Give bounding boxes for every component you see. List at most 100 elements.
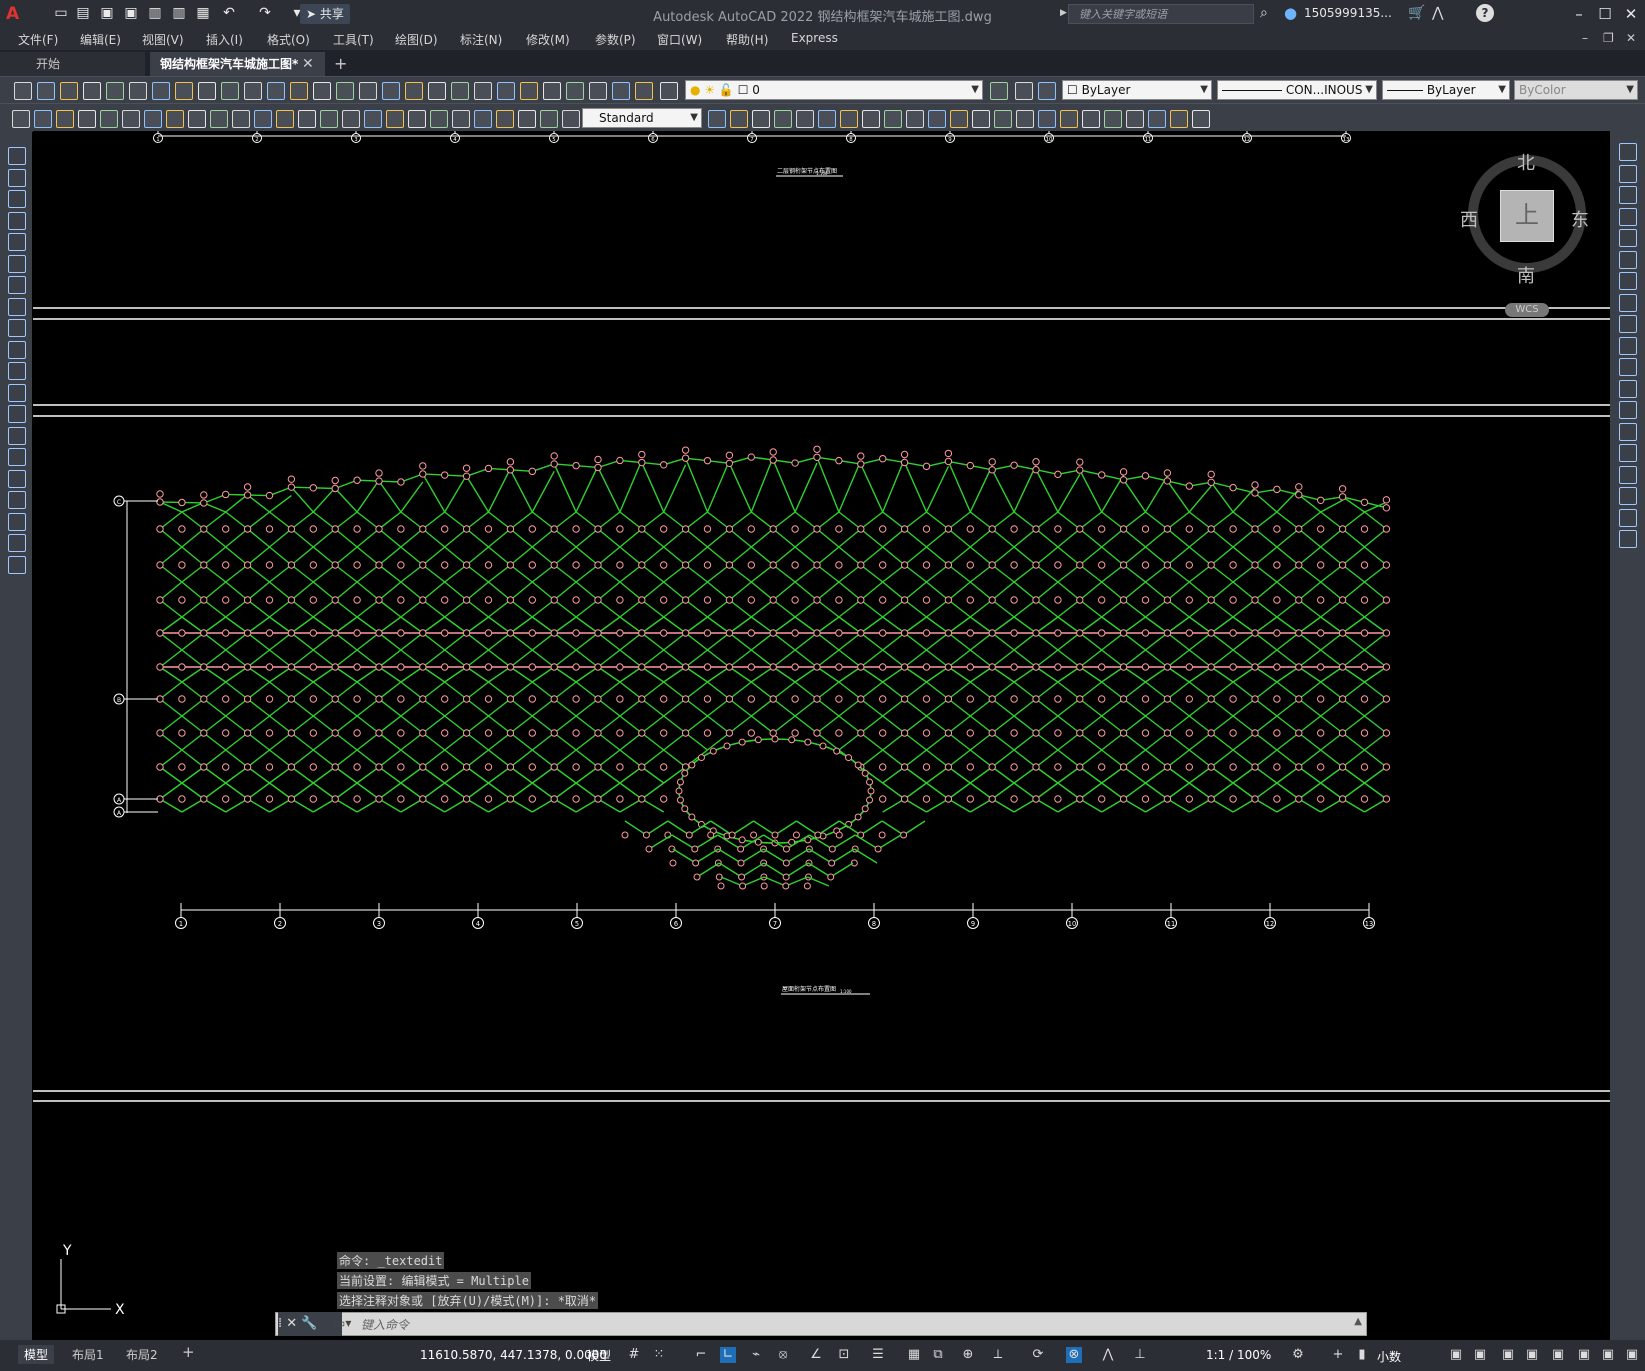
modify-tool-icon[interactable]: [1619, 358, 1637, 376]
modify-tool-icon[interactable]: [1619, 336, 1637, 355]
dimension-tool-icon[interactable]: [840, 110, 858, 128]
minimize-icon[interactable]: –: [1566, 2, 1592, 26]
draw-tool-icon[interactable]: [8, 534, 26, 552]
dimension-tool-icon[interactable]: [144, 110, 162, 128]
standard-tool-icon[interactable]: [60, 82, 78, 100]
dimension-tool-icon[interactable]: [708, 110, 726, 128]
status-tray-icon[interactable]: ▣: [1600, 1347, 1616, 1363]
dimension-tool-icon[interactable]: [188, 110, 206, 128]
dimension-tool-icon[interactable]: [518, 110, 536, 128]
draw-tool-icon[interactable]: [8, 383, 26, 402]
menu-file[interactable]: 文件(F): [18, 31, 58, 48]
color-dropdown[interactable]: ☐ ByLayer ▼: [1062, 80, 1212, 100]
grip-icon[interactable]: ⁞: [278, 1316, 282, 1331]
menu-window[interactable]: 窗口(W): [657, 31, 702, 48]
standard-tool-icon[interactable]: [660, 82, 678, 100]
status-tray-icon[interactable]: ▣: [1550, 1347, 1566, 1363]
standard-tool-icon[interactable]: [244, 82, 262, 100]
cart-icon[interactable]: 🛒: [1408, 5, 1425, 21]
dimension-tool-icon[interactable]: [972, 110, 990, 128]
draw-tool-icon[interactable]: [8, 297, 26, 316]
dimension-tool-icon[interactable]: [862, 110, 880, 128]
standard-tool-icon[interactable]: [451, 82, 469, 100]
command-line[interactable]: ⁞ ✕ 🔧 ▭▾ 键入命令 ▲: [275, 1312, 1367, 1336]
user-icon[interactable]: ●: [1284, 4, 1297, 22]
status-toggle-icon[interactable]: ⚙: [1290, 1347, 1306, 1363]
draw-tool-icon[interactable]: [8, 512, 26, 531]
dimension-tool-icon[interactable]: [342, 110, 360, 128]
draw-tool-icon[interactable]: [8, 448, 26, 466]
standard-tool-icon[interactable]: [612, 82, 630, 100]
dimension-tool-icon[interactable]: [796, 110, 814, 128]
draw-tool-icon[interactable]: [8, 340, 26, 359]
standard-tool-icon[interactable]: [83, 82, 101, 100]
status-toggle-icon[interactable]: ⦻: [775, 1347, 791, 1363]
dimension-tool-icon[interactable]: [298, 110, 316, 128]
text-style-dropdown[interactable]: Standard ▼: [582, 108, 702, 128]
units-setting[interactable]: 小数: [1377, 1348, 1401, 1365]
search-expand-icon[interactable]: ▶: [1060, 8, 1067, 18]
dimension-tool-icon[interactable]: [818, 110, 836, 128]
status-toggle-icon[interactable]: ⌐: [693, 1347, 709, 1363]
draw-tool-icon[interactable]: [8, 276, 26, 294]
dimension-tool-icon[interactable]: [1126, 110, 1144, 128]
standard-tool-icon[interactable]: [221, 82, 239, 100]
save-web-icon[interactable]: ▥: [170, 4, 188, 22]
modify-tool-icon[interactable]: [1619, 315, 1637, 333]
tab-close-icon[interactable]: ✕: [302, 52, 314, 76]
status-tray-icon[interactable]: ▣: [1500, 1347, 1516, 1363]
dimension-tool-icon[interactable]: [166, 110, 184, 128]
tab-start[interactable]: 开始: [0, 52, 145, 76]
status-tray-icon[interactable]: ▣: [1624, 1347, 1640, 1363]
dimension-tool-icon[interactable]: [122, 110, 140, 128]
modify-tool-icon[interactable]: [1619, 379, 1637, 398]
standard-tool-icon[interactable]: [497, 82, 515, 100]
modify-tool-icon[interactable]: [1619, 508, 1637, 527]
menu-dimension[interactable]: 标注(N): [460, 31, 502, 48]
standard-tool-icon[interactable]: [290, 82, 308, 100]
standard-tool-icon[interactable]: [520, 82, 538, 100]
dimension-tool-icon[interactable]: [496, 110, 514, 128]
modify-tool-icon[interactable]: [1619, 293, 1637, 312]
standard-tool-icon[interactable]: [474, 82, 492, 100]
app-menu-button[interactable]: A: [6, 4, 32, 24]
dimension-tool-icon[interactable]: [774, 110, 792, 128]
modify-tool-icon[interactable]: [1619, 422, 1637, 441]
modify-tool-icon[interactable]: [1619, 401, 1637, 419]
dimension-tool-icon[interactable]: [1060, 110, 1078, 128]
dimension-tool-icon[interactable]: [276, 110, 294, 128]
dimension-tool-icon[interactable]: [34, 110, 52, 128]
status-toggle-icon[interactable]: ⊡: [836, 1347, 852, 1363]
status-tray-icon[interactable]: ▣: [1524, 1347, 1540, 1363]
status-toggle-icon[interactable]: ☰: [870, 1347, 886, 1363]
dimension-tool-icon[interactable]: [994, 110, 1012, 128]
viewcube-top-face[interactable]: 上: [1500, 190, 1554, 242]
standard-tool-icon[interactable]: [635, 82, 653, 100]
save-as-icon[interactable]: ▣: [122, 4, 140, 22]
standard-tool-icon[interactable]: [198, 82, 216, 100]
tab-layout2[interactable]: 布局2: [120, 1345, 164, 1364]
standard-tool-icon[interactable]: [589, 82, 607, 100]
modify-tool-icon[interactable]: [1619, 487, 1637, 505]
wcs-menu[interactable]: WCS: [1505, 303, 1549, 317]
menu-help[interactable]: 帮助(H): [726, 31, 768, 48]
viewcube-east[interactable]: 东: [1571, 206, 1589, 232]
redo-icon[interactable]: ↷: [256, 4, 274, 22]
search-icon[interactable]: ⌕: [1260, 5, 1268, 21]
dimension-tool-icon[interactable]: [752, 110, 770, 128]
menu-draw[interactable]: 绘图(D): [395, 31, 438, 48]
standard-tool-icon[interactable]: [106, 82, 124, 100]
modify-tool-icon[interactable]: [1619, 186, 1637, 204]
standard-tool-icon[interactable]: [405, 82, 423, 100]
menu-tools[interactable]: 工具(T): [333, 31, 374, 48]
dimension-tool-icon[interactable]: [1148, 110, 1166, 128]
customize-icon[interactable]: 🔧: [301, 1316, 317, 1331]
status-toggle-icon[interactable]: ⁙: [651, 1347, 667, 1363]
dimension-tool-icon[interactable]: [210, 110, 228, 128]
maximize-icon[interactable]: ☐: [1592, 2, 1618, 26]
dimension-tool-icon[interactable]: [1104, 110, 1122, 128]
status-toggle-icon[interactable]: ⊗: [1066, 1347, 1082, 1363]
draw-tool-icon[interactable]: [8, 426, 26, 445]
command-input[interactable]: 键入命令: [361, 1316, 409, 1333]
dimension-tool-icon[interactable]: [950, 110, 968, 128]
